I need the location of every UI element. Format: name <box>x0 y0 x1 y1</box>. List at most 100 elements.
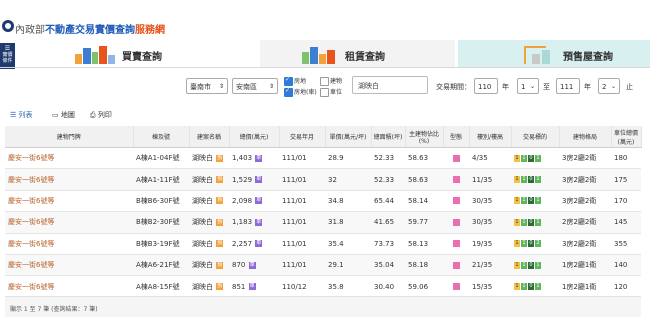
checkbox-building[interactable] <box>320 77 329 86</box>
table-row[interactable]: 慶安一街6號等 B棟B2-30F號 湖映白 預 1,183 車 111/01 31.8 41… <box>5 211 641 234</box>
ratio-cell: 59.06 <box>405 275 443 298</box>
col-header-address[interactable]: 建物門牌 <box>5 126 134 148</box>
floor-cell: 4/35 <box>469 147 511 170</box>
table-row[interactable]: 慶安一街6號等 B棟B3-19F號 湖映白 預 2,257 車 111/01 35.4 73… <box>5 233 641 255</box>
map-view-button[interactable]: ▭ 地圖 <box>52 110 75 120</box>
list-view-button[interactable]: ☰ 列表 <box>10 110 33 120</box>
floor-cell: 30/35 <box>469 190 511 213</box>
from-month-select[interactable]: 1 ⌄ <box>517 78 539 94</box>
col-header-main-ratio[interactable]: 主建物佔比(%) <box>405 126 444 148</box>
unit-cell: B棟B6-30F號 <box>133 190 189 213</box>
col-header-date[interactable]: 交易年月 <box>279 126 326 148</box>
unit-price-cell: 31.8 <box>325 211 371 234</box>
chevron-down-icon: ⇕ <box>218 83 224 90</box>
checkbox-house-land-parking[interactable] <box>284 87 293 97</box>
building-count-icon: 1 <box>521 176 527 184</box>
table-row[interactable]: 慶安一街6號等 A棟A1-11F號 湖映白 預 1,529 車 111/01 32 52.3… <box>5 168 641 191</box>
building-count-icon: 1 <box>521 197 527 205</box>
parking-count-icon: 1 <box>535 176 541 184</box>
table-row[interactable]: 慶安一街6號等 A棟A8-15F號 湖映白 預 851 車 110/12 35.8 30.4… <box>5 275 641 298</box>
presale-badge-icon: 預 <box>216 176 224 184</box>
parking-count-icon: 1 <box>535 197 541 205</box>
checkbox-parking[interactable] <box>320 88 329 97</box>
parking-count-icon: 1 <box>535 261 541 269</box>
address-link[interactable]: 慶安一街6號等 <box>5 254 133 277</box>
parking-count-icon: 1 <box>535 154 541 162</box>
col-header-target[interactable]: 交易標的 <box>511 126 560 148</box>
building-count-icon: 1 <box>521 154 527 162</box>
layout-cell: 3房2廳2衛 <box>559 233 611 255</box>
unit-price-cell: 34.8 <box>325 190 371 213</box>
unit-price-cell: 35.4 <box>325 233 371 255</box>
site-title[interactable]: 內政部不動產交易實價查詢服務網 <box>15 21 165 36</box>
period-label: 交易期間： <box>436 83 471 91</box>
floor-cell: 15/35 <box>469 275 511 298</box>
type-cell <box>443 168 469 191</box>
table-row[interactable]: 慶安一街6號等 A棟A6-21F號 湖映白 預 870 車 111/01 29.1 35.0… <box>5 254 641 277</box>
ratio-cell: 58.14 <box>405 190 443 213</box>
parking-price-cell: 175 <box>611 168 641 191</box>
land-count-icon: 1 <box>514 154 520 162</box>
target-cell: 1102 <box>511 233 559 255</box>
detail-badge-icon[interactable]: 車 <box>255 154 263 162</box>
ministry-name: 內政部 <box>15 25 45 36</box>
tab-rent[interactable]: 租賃查詢 <box>260 40 455 67</box>
project-cell: 湖映白 預 <box>189 211 229 234</box>
col-header-total-price[interactable]: 總價(萬元) <box>229 126 280 148</box>
col-header-area[interactable]: 總面積(坪) <box>371 126 406 148</box>
detail-badge-icon[interactable]: 車 <box>255 218 263 226</box>
print-button[interactable]: ⎙ 列印 <box>90 110 112 120</box>
tab-sale[interactable]: 買賣查詢 <box>60 40 255 67</box>
table-row[interactable]: 慶安一街6號等 B棟B6-30F號 湖映白 預 2,098 車 111/01 34.8 65… <box>5 190 641 213</box>
col-header-project[interactable]: 建案名稱 <box>189 126 230 148</box>
detail-badge-icon[interactable]: 車 <box>255 176 263 184</box>
detail-badge-icon[interactable]: 車 <box>248 261 256 269</box>
detail-badge-icon[interactable]: 車 <box>248 283 256 291</box>
type-cell <box>443 233 469 255</box>
floor-cell: 11/35 <box>469 168 511 191</box>
parking-count-icon: 2 <box>535 240 541 248</box>
keyword-input[interactable]: 湖映白 <box>352 76 428 94</box>
table-row[interactable]: 慶安一街6號等 A棟A1-04F號 湖映白 預 1,403 車 111/01 28.9 52… <box>5 147 641 170</box>
tab-presale[interactable]: 預售屋查詢 <box>458 40 650 67</box>
city-select[interactable]: 臺南市 ⇕ <box>186 78 228 94</box>
floor-cell: 21/35 <box>469 254 511 277</box>
chevron-down-icon: ⌄ <box>610 83 616 90</box>
col-header-unit[interactable]: 棟及號 <box>133 126 190 148</box>
address-link[interactable]: 慶安一街6號等 <box>5 211 133 234</box>
unit-cell: B棟B3-19F號 <box>133 233 189 255</box>
col-header-floor[interactable]: 樓別/樓高 <box>469 126 512 148</box>
address-link[interactable]: 慶安一街6號等 <box>5 190 133 213</box>
ratio-cell: 58.13 <box>405 233 443 255</box>
address-link[interactable]: 慶安一街6號等 <box>5 147 133 170</box>
building-type-icon <box>452 154 460 162</box>
to-month-select[interactable]: 2 ⌄ <box>598 78 620 94</box>
checkbox-house-land[interactable] <box>284 76 293 86</box>
address-link[interactable]: 慶安一街6號等 <box>5 168 133 191</box>
address-link[interactable]: 慶安一街6號等 <box>5 275 133 298</box>
address-link[interactable]: 慶安一街6號等 <box>5 233 133 255</box>
col-header-parking-price[interactable]: 車位總價(萬元) <box>611 126 642 148</box>
layout-cell: 3房2廳2衛 <box>559 190 611 213</box>
detail-badge-icon[interactable]: 車 <box>255 197 263 205</box>
type-cell <box>443 254 469 277</box>
detail-badge-icon[interactable]: 車 <box>255 240 263 248</box>
to-year-input[interactable]: 111 <box>556 78 580 94</box>
district-select[interactable]: 安南區 ⇕ <box>232 78 278 94</box>
project-cell: 湖映白 預 <box>189 254 229 277</box>
layout-cell: 1房2廳1衛 <box>559 254 611 277</box>
chevron-down-icon: ⌄ <box>529 83 535 90</box>
presale-badge-icon: 預 <box>216 218 224 226</box>
col-header-layout[interactable]: 建物格局 <box>559 126 612 148</box>
parking-price-cell: 355 <box>611 233 641 255</box>
building-count-icon: 1 <box>521 240 527 248</box>
col-header-type[interactable]: 型態 <box>443 126 470 148</box>
project-cell: 湖映白 預 <box>189 168 229 191</box>
title-suffix: 服務網 <box>135 25 165 36</box>
date-cell: 111/01 <box>279 254 325 277</box>
record-count: 顯示 1 至 7 筆 (查詢結果：7 筆) <box>10 306 98 313</box>
col-header-unit-price[interactable]: 單價(萬元/坪) <box>325 126 372 148</box>
project-cell: 湖映白 預 <box>189 190 229 213</box>
from-year-input[interactable]: 110 <box>474 78 498 94</box>
year-label: 年 <box>502 83 509 91</box>
